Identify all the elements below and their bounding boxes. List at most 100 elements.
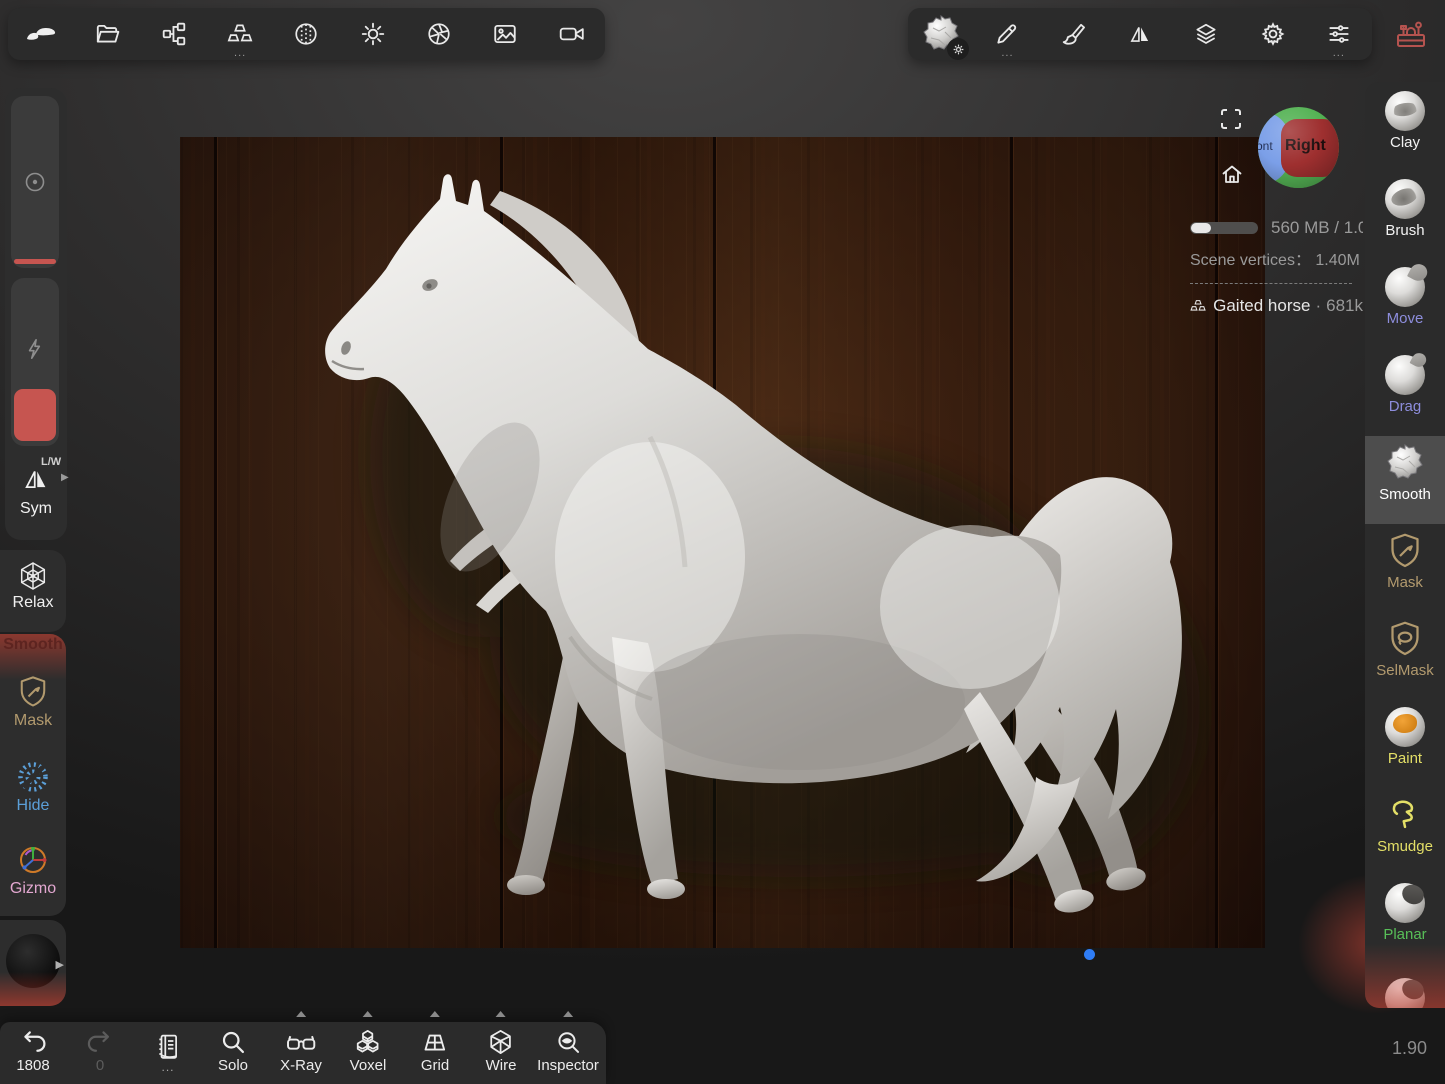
scene-page-indicator-dot[interactable] [1084, 949, 1095, 960]
tool-next-partial[interactable] [1365, 964, 1445, 1008]
grid-button[interactable]: Grid [421, 1022, 449, 1074]
horse-model[interactable] [180, 137, 1265, 948]
radius-slider[interactable] [11, 96, 59, 268]
matcap-panel[interactable]: ▶ [0, 920, 66, 1006]
postprocess-aperture-icon [426, 21, 452, 47]
planar-sphere-icon [1385, 883, 1425, 923]
stroke-pencil-icon [994, 21, 1020, 47]
tool-label: Brush [1365, 222, 1445, 239]
mirror-symmetry-icon [1127, 21, 1153, 47]
turntable-button[interactable] [539, 8, 605, 60]
home-view-button[interactable] [1220, 162, 1244, 186]
orientation-ball[interactable]: ont Right [1258, 107, 1339, 188]
notes-button[interactable]: ... [155, 1022, 181, 1072]
inspector-label: Inspector [537, 1057, 599, 1074]
wireframe-hexagon-icon [487, 1028, 515, 1056]
tool-paint[interactable]: Paint [1365, 700, 1445, 788]
clay-sphere-icon [1385, 91, 1425, 131]
inspector-eye-magnifier-icon [554, 1028, 582, 1056]
voxel-cubes-icon [354, 1028, 382, 1056]
radius-slider-fill [14, 259, 56, 264]
tool-selmask[interactable]: SelMask [1365, 612, 1445, 700]
grid-plane-icon [421, 1028, 449, 1056]
toolbox-button[interactable] [1388, 12, 1434, 56]
tool-smudge[interactable]: Smudge [1365, 788, 1445, 876]
tool-label: SelMask [1365, 662, 1445, 679]
redo-button[interactable]: 0 [85, 1022, 115, 1074]
tool-label: Planar [1365, 926, 1445, 943]
app-logo-button[interactable] [8, 8, 74, 60]
app-logo-icon [24, 22, 58, 46]
hide-tool-button[interactable]: Hide [0, 759, 66, 815]
camera-video-icon [558, 21, 586, 47]
undo-arrow-icon [18, 1028, 48, 1056]
tool-label: Smudge [1365, 838, 1445, 855]
solo-label: Solo [218, 1057, 248, 1074]
gizmo-tool-button[interactable]: Gizmo [0, 842, 66, 898]
layers-button[interactable] [1173, 8, 1239, 60]
tool-label: Smooth [1365, 486, 1445, 503]
files-button[interactable] [74, 8, 140, 60]
symmetry-button[interactable] [1107, 8, 1173, 60]
scene-object-row[interactable]: Gaited horse · 681k [1190, 296, 1363, 316]
xray-button[interactable]: X-Ray [280, 1022, 322, 1074]
memory-bar [1190, 222, 1258, 234]
undo-count: 1808 [16, 1057, 49, 1074]
tweaks-button[interactable]: ... [1306, 8, 1372, 60]
settings-button[interactable] [1239, 8, 1305, 60]
stroke-button[interactable]: ... [974, 8, 1040, 60]
tool-smooth[interactable]: Smooth [1365, 436, 1445, 524]
scene-object-name: Gaited horse [1213, 296, 1310, 316]
sculpt-viewport[interactable] [180, 137, 1265, 948]
mask-tool-button[interactable]: Mask [0, 674, 66, 730]
main-toolbar-left: ... [8, 8, 605, 60]
lighting-button[interactable] [340, 8, 406, 60]
smooth-rock-icon [1385, 443, 1425, 483]
background-image-icon [492, 21, 518, 47]
stroke-more-dots: ... [1001, 47, 1013, 59]
tool-move[interactable]: Move [1365, 260, 1445, 348]
solo-magnifier-icon [219, 1028, 247, 1056]
wire-button[interactable]: Wire [486, 1022, 517, 1074]
painting-button[interactable] [1041, 8, 1107, 60]
topology-button[interactable]: ... [207, 8, 273, 60]
scene-graph-nodes-icon [161, 21, 187, 47]
sym-button[interactable] [19, 464, 53, 494]
inspector-caret [563, 1011, 573, 1017]
matcap-expand-caret[interactable]: ▶ [56, 958, 64, 971]
voxel-button[interactable]: Voxel [350, 1022, 387, 1074]
tool-planar[interactable]: Planar [1365, 876, 1445, 964]
inspector-button[interactable]: Inspector [537, 1022, 599, 1074]
sym-expand-caret[interactable]: ▶ [61, 472, 69, 483]
fullscreen-button[interactable] [1220, 108, 1242, 130]
scene-object-vertices: 681k [1326, 296, 1363, 316]
intensity-lightning-icon [22, 336, 48, 362]
material-button[interactable] [273, 8, 339, 60]
tool-mask[interactable]: Mask [1365, 524, 1445, 612]
sym-label: Sym [5, 500, 67, 518]
tool-drag[interactable]: Drag [1365, 348, 1445, 436]
scene-vertices-value: 1.40M [1315, 252, 1359, 269]
undo-button[interactable]: 1808 [16, 1022, 49, 1074]
relax-tool-button[interactable]: Relax [0, 550, 66, 632]
hide-label: Hide [0, 797, 66, 815]
tool-clay[interactable]: Clay [1365, 84, 1445, 172]
active-brush-preview-button[interactable] [908, 8, 974, 60]
wire-label: Wire [486, 1057, 517, 1074]
solo-button[interactable]: Solo [218, 1022, 248, 1074]
postprocess-button[interactable] [406, 8, 472, 60]
grid-caret [430, 1011, 440, 1017]
partial-sphere-icon [1385, 978, 1425, 1008]
tool-brush[interactable]: Brush [1365, 172, 1445, 260]
xray-label: X-Ray [280, 1057, 322, 1074]
brush-settings-badge[interactable] [947, 38, 969, 60]
scene-graph-button[interactable] [141, 8, 207, 60]
brush-sphere-icon [1385, 179, 1425, 219]
scene-object-separator: · [1315, 296, 1321, 316]
background-button[interactable] [472, 8, 538, 60]
radius-circle-dot-icon [21, 168, 49, 196]
scene-vertices-label: Scene vertices： [1190, 252, 1311, 269]
intensity-slider[interactable] [11, 278, 59, 446]
memory-row: 560 MB / 1.09 G [1190, 218, 1363, 238]
memory-label: 560 MB / 1.09 G [1271, 218, 1363, 238]
